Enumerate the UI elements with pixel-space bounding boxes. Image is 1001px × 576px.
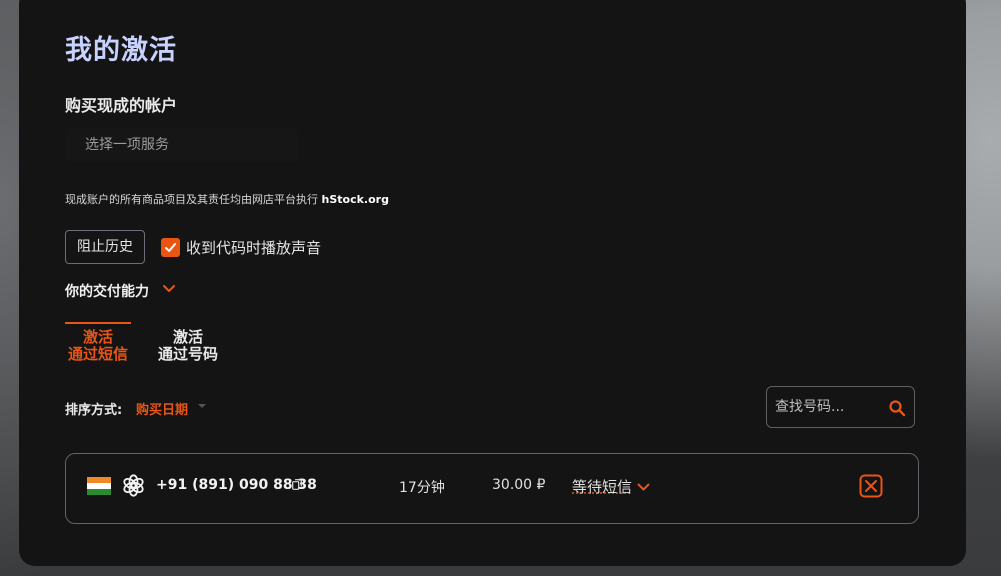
search-box [766, 386, 915, 428]
notice-body: 现成账户的所有商品项目及其责任均由网店平台执行 [65, 193, 322, 206]
sort-dropdown[interactable]: 购买日期 [136, 399, 188, 418]
activation-row: +91 (891) 090 88 38 17分钟 30.00 ₽ 等待短信 [65, 453, 919, 524]
search-icon[interactable] [888, 399, 906, 417]
chevron-down-icon[interactable] [162, 284, 176, 294]
notice-text: 现成账户的所有商品项目及其责任均由网店平台执行 hStock.org [65, 191, 389, 207]
delivery-toggle[interactable]: 你的交付能力 [65, 281, 149, 301]
status-dropdown[interactable]: 等待短信 [572, 476, 632, 497]
service-select-placeholder: 选择一项服务 [85, 137, 169, 153]
copy-icon[interactable] [292, 479, 302, 490]
cancel-activation-button[interactable] [859, 474, 883, 498]
checkmark-icon [165, 243, 176, 252]
openai-icon [123, 474, 144, 497]
search-input[interactable] [775, 397, 881, 417]
tab-activation-number[interactable]: 激活 通过号码 [150, 322, 226, 363]
tab-activation-sms[interactable]: 激活 通过短信 [65, 322, 131, 363]
page-title: 我的激活 [65, 35, 177, 66]
tab-label-line2: 通过短信 [67, 345, 128, 363]
sound-checkbox-label[interactable]: 收到代码时播放声音 [186, 237, 321, 258]
time-remaining: 17分钟 [399, 480, 445, 496]
india-flag-icon [87, 477, 111, 495]
hstock-link[interactable]: hStock.org [322, 193, 389, 206]
tab-label-line1: 激活 [82, 328, 113, 346]
service-select[interactable]: 选择一项服务 [65, 128, 299, 162]
sound-checkbox[interactable] [161, 238, 180, 257]
block-history-button[interactable]: 阻止历史 [65, 230, 145, 264]
sort-label: 排序方式: [65, 403, 123, 418]
chevron-down-icon[interactable] [637, 483, 650, 492]
caret-down-icon[interactable] [198, 404, 206, 408]
tab-label-line2: 通过号码 [157, 345, 218, 363]
section-title: 购买现成的帐户 [65, 96, 178, 115]
tab-label-line1: 激活 [172, 328, 203, 346]
price: 30.00 ₽ [492, 477, 546, 493]
